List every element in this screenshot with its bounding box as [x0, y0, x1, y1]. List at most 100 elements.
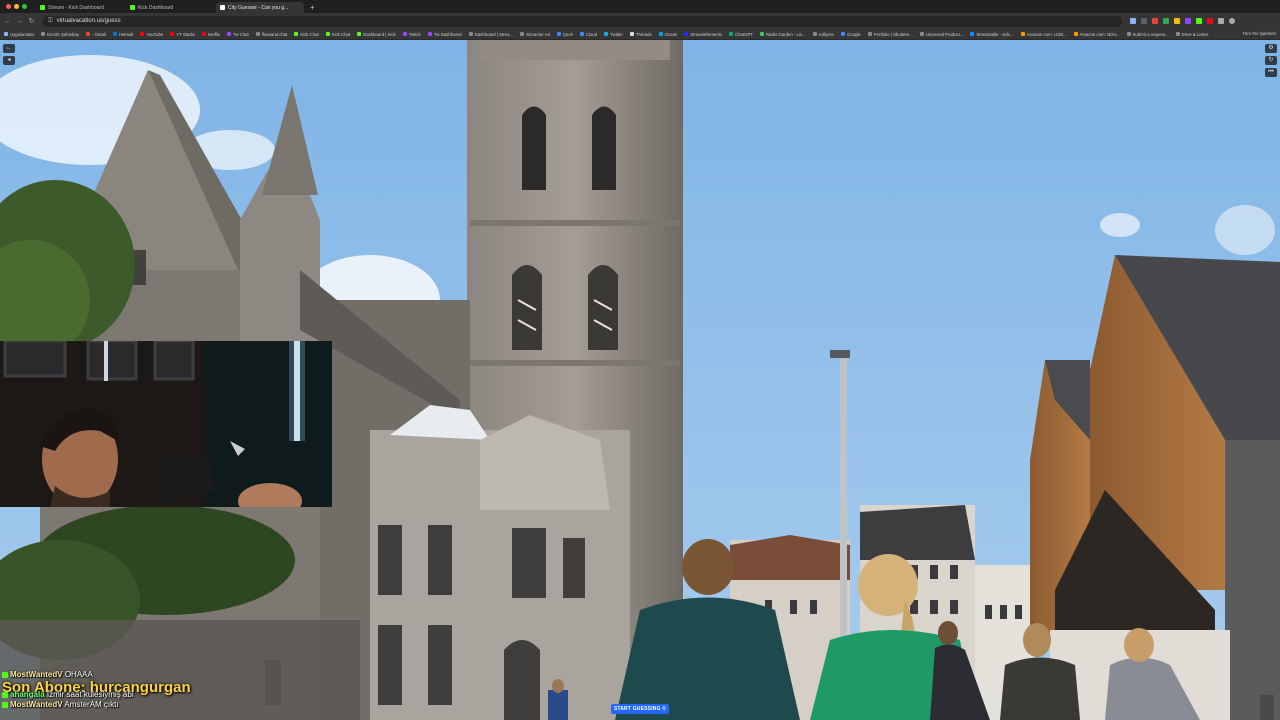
- bookmark-item[interactable]: Amazon.com: USB...: [1020, 31, 1067, 37]
- menu-icon[interactable]: [1229, 18, 1235, 24]
- bookmark-label: Hotmail: [118, 31, 134, 37]
- bookmark-item[interactable]: Radio Garden - Lis...: [759, 32, 806, 37]
- bookmark-item[interactable]: StreamElements: [684, 32, 722, 37]
- bookmark-item[interactable]: - Gmail: [85, 32, 106, 37]
- maximize-window-icon[interactable]: [22, 4, 27, 9]
- flag-icon[interactable]: ◂: [3, 56, 15, 65]
- bookmark-item[interactable]: Uygulamalar: [4, 32, 34, 37]
- bookmark-label: Twitch: [408, 31, 421, 37]
- chat-username: MostWantedV: [10, 670, 63, 679]
- bookmark-item[interactable]: Tw Chat: [226, 31, 249, 37]
- tab-kick-dashboard[interactable]: Kick Dashboard: [126, 2, 214, 13]
- profile-avatar[interactable]: [1218, 18, 1224, 24]
- tab-stream-kick[interactable]: Stream - Kick Dashboard: [36, 2, 124, 13]
- bookmark-favicon-icon: [294, 32, 299, 36]
- bookmark-item[interactable]: Dashboard | Kick: [357, 32, 396, 37]
- bookmark-favicon-icon: [759, 32, 764, 36]
- chat-text: İzmir saat kulesiymiş abi: [46, 690, 134, 699]
- reload-icon[interactable]: ↻: [27, 17, 36, 25]
- bookmark-favicon-icon: [255, 32, 260, 36]
- left-controls: ← ◂: [3, 44, 15, 65]
- bookmark-item[interactable]: Netflix: [202, 32, 220, 37]
- right-controls: ⚙ ↻ ⏮: [1265, 44, 1277, 77]
- bookmark-favicon-icon: [1126, 32, 1131, 36]
- bookmark-item[interactable]: Twitter: [604, 32, 623, 37]
- bookmark-label: YouTube: [146, 31, 164, 37]
- bookmark-favicon-icon: [658, 32, 663, 36]
- bookmark-label: Dashboard | Kick: [363, 31, 396, 37]
- start-guessing-button[interactable]: START GUESSING ⚲: [611, 704, 669, 714]
- bookmark-label: Çevir: [562, 31, 573, 37]
- extension-icon[interactable]: [1207, 18, 1213, 24]
- extensions-area: [1130, 18, 1235, 24]
- bookmark-item[interactable]: Twitch: [402, 31, 421, 37]
- stream-chat-overlay: MostWantedV OHAAA Son Abone: hurcangurga…: [2, 670, 332, 710]
- close-window-icon[interactable]: [6, 4, 11, 9]
- bookmark-item[interactable]: Çevir: [556, 31, 573, 37]
- url-input[interactable]: ⚿ virtualvacation.us/guess: [42, 15, 1122, 27]
- bookmark-item[interactable]: Dashboard | Strea...: [468, 32, 513, 37]
- extension-icon[interactable]: [1141, 18, 1147, 24]
- forward-icon[interactable]: →: [15, 18, 24, 25]
- bookmark-favicon-icon: [1073, 32, 1078, 36]
- bookmark-favicon-icon: [970, 32, 975, 36]
- back-arrow-icon[interactable]: ←: [3, 44, 15, 53]
- bookmark-favicon-icon: [604, 32, 609, 36]
- bookmark-favicon-icon: [41, 32, 46, 36]
- bookmark-item[interactable]: Hotmail: [112, 31, 134, 37]
- bookmark-item[interactable]: Kick Chat: [325, 32, 350, 37]
- bookmark-item[interactable]: ChatGPT: [729, 32, 753, 37]
- minimize-window-icon[interactable]: [14, 4, 19, 9]
- bookmark-favicon-icon: [468, 32, 473, 36]
- extension-icon[interactable]: [1196, 18, 1202, 24]
- kick-badge-icon: [2, 671, 8, 678]
- kick-favicon-icon: [130, 5, 135, 10]
- bookmark-item[interactable]: Streamable - vide...: [970, 32, 1014, 37]
- bookmark-item[interactable]: Kick Chat: [294, 32, 319, 37]
- bookmark-item[interactable]: Threads: [629, 32, 652, 37]
- bookmark-favicon-icon: [357, 32, 362, 36]
- bookmark-item[interactable]: Portfolio | Shuttere...: [867, 31, 913, 37]
- bookmark-item[interactable]: YT Studio: [170, 32, 195, 37]
- bookmark-item[interactable]: fleasand.chat: [255, 32, 287, 37]
- refresh-icon[interactable]: ↻: [1265, 56, 1277, 65]
- bookmark-label: Uygulamalar: [10, 31, 35, 37]
- bookmark-item[interactable]: Streamer Ad: [520, 32, 550, 37]
- bookmark-item[interactable]: Google: [840, 32, 861, 37]
- bookmark-item[interactable]: Tw Dashboard: [427, 32, 462, 37]
- bookmark-label: Tw Chat: [232, 31, 249, 37]
- extension-icon[interactable]: [1185, 18, 1191, 24]
- bookmark-item[interactable]: Drive & Listen: [1175, 32, 1208, 37]
- bookmark-item[interactable]: Cloud: [579, 32, 597, 37]
- bookmark-favicon-icon: [402, 32, 407, 36]
- tab-city-guesser[interactable]: City Guesser - Can you g...: [216, 2, 304, 13]
- back-icon[interactable]: ←: [3, 18, 12, 25]
- bookmark-label: Adliyme: [818, 31, 834, 37]
- bookmark-item[interactable]: Ocean: [658, 32, 677, 37]
- new-tab-button[interactable]: +: [310, 2, 315, 13]
- bookmark-favicon-icon: [812, 32, 817, 36]
- bookmark-item[interactable]: Universal Product...: [919, 32, 963, 37]
- bookmark-item[interactable]: Amazon.com: NOV...: [1073, 32, 1120, 37]
- bookmark-favicon-icon: [1020, 32, 1025, 36]
- bookmark-favicon-icon: [867, 32, 872, 36]
- chat-message: MostWantedV AmsterAM çıktı: [2, 700, 332, 710]
- settings-icon[interactable]: ⚙: [1265, 44, 1277, 53]
- bookmark-favicon-icon: [140, 32, 145, 36]
- bookmark-label: Amazon.com: USB...: [1026, 31, 1067, 37]
- bookmark-item[interactable]: Emrah Şahinbaş: [41, 32, 79, 37]
- extension-icon[interactable]: [1152, 18, 1158, 24]
- bookmark-favicon-icon: [202, 32, 207, 36]
- bookmark-item[interactable]: Adliyme: [812, 31, 834, 37]
- extension-icon[interactable]: [1163, 18, 1169, 24]
- street-view-panorama[interactable]: [0, 40, 1280, 720]
- bookmark-item[interactable]: YouTube: [140, 32, 163, 37]
- extension-icon[interactable]: [1174, 18, 1180, 24]
- skip-back-icon[interactable]: ⏮: [1265, 68, 1277, 77]
- bookmark-item[interactable]: Submit a request...: [1126, 32, 1169, 37]
- all-bookmarks-link[interactable]: Tüm Yer İşaretleri: [1242, 31, 1276, 36]
- bookmark-label: Portfolio | Shuttere...: [873, 31, 913, 37]
- kick-badge-icon: [2, 701, 8, 708]
- extension-icon[interactable]: [1130, 18, 1136, 24]
- bookmark-favicon-icon: [729, 32, 734, 36]
